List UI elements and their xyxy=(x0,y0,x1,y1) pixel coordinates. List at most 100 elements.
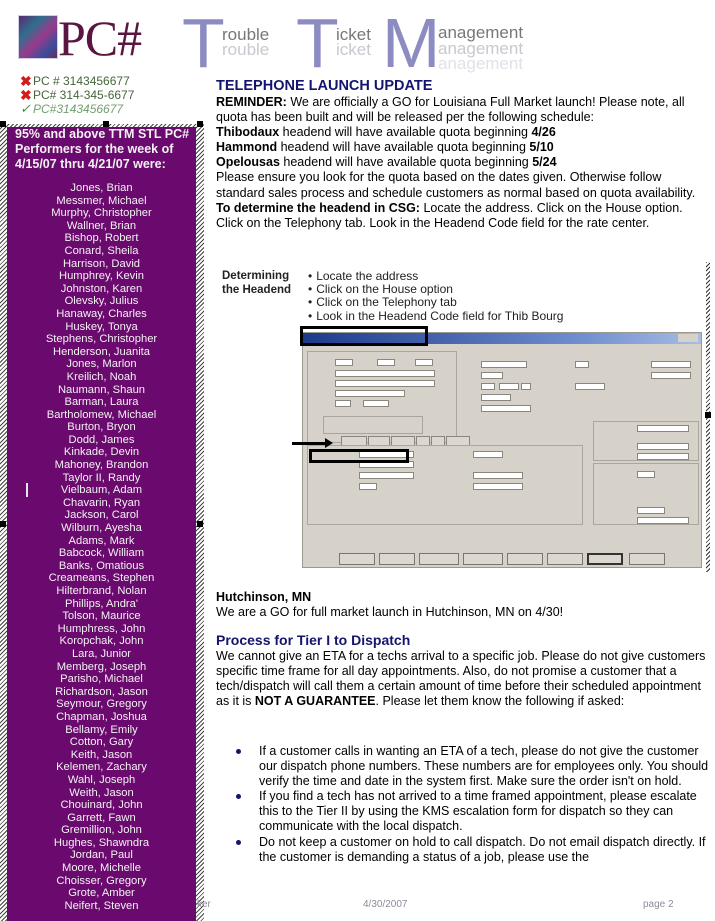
schedule-row: Hammond headend will have available quot… xyxy=(216,140,554,155)
field xyxy=(415,359,433,366)
field xyxy=(335,400,351,407)
phone-example-wrong-2: ✖ PC# 314-345-6677 xyxy=(20,87,135,103)
field xyxy=(363,400,389,407)
resize-handle[interactable] xyxy=(197,121,203,127)
performer-name: Creameans, Stephen xyxy=(48,572,155,585)
schedule-row: Thibodaux headend will have available qu… xyxy=(216,125,556,140)
field xyxy=(651,361,691,368)
phone-format-examples: ✖ PC # 3143456677 ✖ PC# 314-345-6677 ✓ P… xyxy=(20,74,134,116)
performer-name: Memberg, Joseph xyxy=(56,660,147,673)
performer-name: Adams, Mark xyxy=(68,534,135,547)
csg-headend-screenshot: Determining the Headend Locate the addre… xyxy=(216,262,711,572)
performer-name: Chouinard, John xyxy=(60,799,143,812)
performer-name: Conard, Sheila xyxy=(64,244,139,257)
button xyxy=(419,553,459,565)
performer-name: Grote, Amber xyxy=(68,887,135,900)
resize-handle[interactable] xyxy=(197,521,203,527)
field xyxy=(335,390,405,397)
performers-list: Jones, Brian Messmer, Michael Murphy, Chri… xyxy=(7,182,196,912)
dispatch-intro: We cannot give an ETA for a techs arriva… xyxy=(216,649,706,709)
bullet-icon xyxy=(236,794,241,800)
performer-name: Weith, Jason xyxy=(69,786,134,799)
field xyxy=(481,394,511,401)
screenshot-step: Click on the Telephony tab xyxy=(308,296,563,309)
performer-name: Bellamy, Emily xyxy=(65,723,138,736)
resize-handle[interactable] xyxy=(0,521,6,527)
phone-example-wrong-1: ✖ PC # 3143456677 xyxy=(20,73,130,89)
window-controls xyxy=(678,334,698,342)
performer-name: Kinkade, Devin xyxy=(63,446,140,459)
phone-example-correct: ✓ PC#3143456677 xyxy=(20,101,124,117)
field xyxy=(521,383,531,390)
performer-name: Hughes, Shawndra xyxy=(53,836,150,849)
performer-name: Hanaway, Charles xyxy=(56,307,147,320)
performer-name: Keith, Jason xyxy=(70,748,133,761)
top-performers-sidebar: 95% and above TTM STL PC# Performers for… xyxy=(7,127,196,921)
performer-name: Hilterbrand, Nolan xyxy=(56,585,147,597)
button xyxy=(379,553,415,565)
performer-name: Jordan, Paul xyxy=(70,849,133,862)
performer-name: Garrett, Fawn xyxy=(67,811,136,824)
resize-handle[interactable] xyxy=(705,412,711,418)
performer-name: Murphy, Christopher xyxy=(51,207,152,220)
performer-name: Wahl, Joseph xyxy=(67,773,136,786)
status-group xyxy=(323,416,423,434)
field xyxy=(481,405,531,412)
ttm-letter-m: M xyxy=(382,4,441,82)
performer-name: Harrison, David xyxy=(62,257,141,270)
performer-name: Phillips, Andra' xyxy=(64,597,139,610)
performer-name: Lara, Junior xyxy=(71,647,132,660)
performer-name: Choisser, Gregory xyxy=(56,874,147,887)
performer-name: Olevsky, Julius xyxy=(64,295,139,308)
headend-instructions: Please ensure you look for the quota bas… xyxy=(216,170,696,230)
ttm-word-management-reflection2: anagement xyxy=(438,54,524,73)
ttm-letter-t2: T xyxy=(296,4,339,82)
performer-name: Mahoney, Brandon xyxy=(54,459,149,472)
schedule-row: Opelousas headend will have available qu… xyxy=(216,155,557,170)
button xyxy=(507,553,543,565)
performer-name: Messmer, Michael xyxy=(56,194,147,207)
footer-date: 4/30/2007 xyxy=(363,899,408,910)
bullet-icon xyxy=(236,749,241,754)
bullet-item: Do not keep a customer on hold to call d… xyxy=(216,835,711,865)
screenshot-label: Determining the Headend xyxy=(222,270,292,296)
field xyxy=(637,425,689,432)
telephone-launch-section: TELEPHONE LAUNCH UPDATE REMINDER: We are… xyxy=(216,78,708,231)
field xyxy=(481,383,495,390)
performer-name: Huskey, Tonya xyxy=(65,320,138,333)
bullet-item: If you find a tech has not arrived to a … xyxy=(216,789,711,834)
field xyxy=(637,507,665,514)
performer-name: Kelemen, Zachary xyxy=(56,761,147,774)
x-mark-icon: ✖ xyxy=(20,87,32,103)
performer-name: Humphrey, Kevin xyxy=(59,270,144,283)
headend-code-highlight-box xyxy=(309,449,409,463)
logo-image xyxy=(18,15,58,59)
performer-name: Naumann, Shaun xyxy=(57,383,146,396)
performer-name: Jones, Brian xyxy=(70,182,133,194)
text-cursor xyxy=(26,483,28,497)
performer-name: Barman, Laura xyxy=(64,396,139,409)
performer-name: Gremillion, John xyxy=(61,824,142,837)
hutchinson-text: We are a GO for full market launch in Hu… xyxy=(216,605,564,619)
telephone-launch-title: TELEPHONE LAUNCH UPDATE xyxy=(216,78,433,94)
resize-handle[interactable] xyxy=(0,121,6,127)
ttm-letter-t1: T xyxy=(182,4,225,82)
button xyxy=(547,553,583,565)
performer-name: Vielbaum, Adam xyxy=(60,484,143,497)
performer-name: Chavarin, Ryan xyxy=(62,496,141,509)
performer-name: Tolson, Maurice xyxy=(62,610,141,623)
field xyxy=(377,359,395,366)
performer-name: Seymour, Gregory xyxy=(56,698,147,711)
field xyxy=(637,517,689,524)
ttm-word-trouble-reflection: rouble xyxy=(222,40,270,59)
x-mark-icon: ✖ xyxy=(20,73,32,89)
performer-name: Banks, Omatious xyxy=(58,559,145,572)
field xyxy=(359,483,377,490)
performer-name: Moore, Michelle xyxy=(62,862,141,875)
performer-name: Neifert, Steven xyxy=(64,899,139,912)
performer-name: Bishop, Robert xyxy=(64,232,139,245)
performer-name: Kreilich, Noah xyxy=(66,370,137,383)
performer-name: Richardson, Jason xyxy=(55,685,148,698)
performer-name: Koropchak, John xyxy=(59,635,144,648)
performer-name: Jackson, Carol xyxy=(64,509,139,522)
